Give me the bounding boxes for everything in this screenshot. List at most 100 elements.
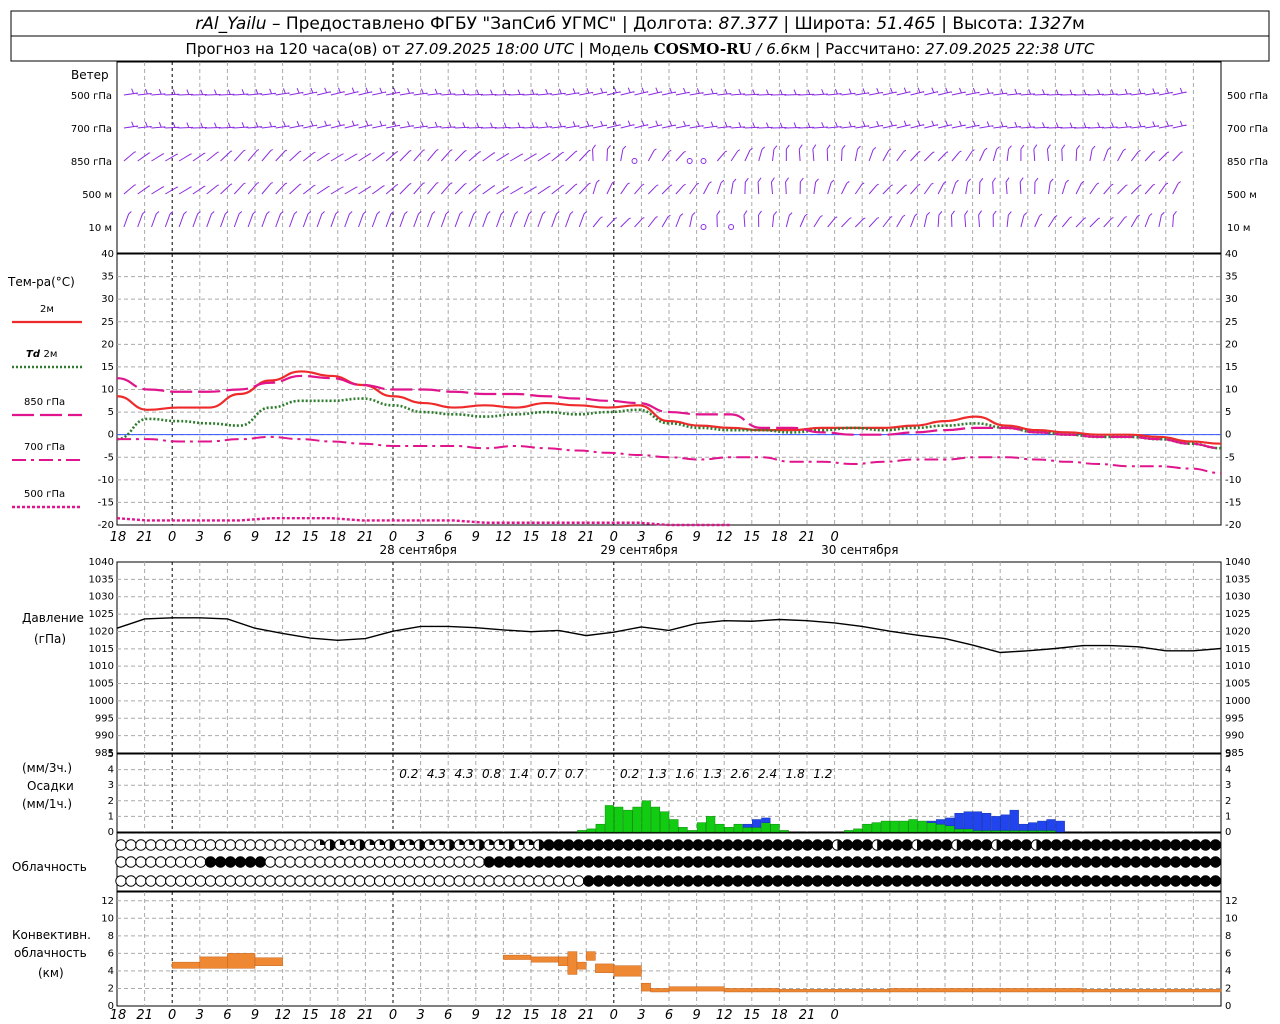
wind-barb-feather	[324, 87, 328, 93]
wind-barb	[537, 152, 550, 162]
wind-barb	[785, 181, 787, 195]
wind-barb-feather	[737, 149, 741, 152]
cloud-cover-symbol	[175, 839, 187, 851]
wind-barb	[220, 126, 235, 129]
wind-barb	[703, 125, 718, 129]
wind-barb	[386, 124, 400, 129]
wind-barb	[275, 183, 286, 195]
wind-barb-feather	[752, 89, 756, 95]
cloud-cover-symbol	[811, 856, 824, 868]
cloud-cover-symbol	[632, 856, 645, 868]
wind-barb	[620, 124, 635, 129]
wind-barb	[468, 151, 480, 162]
hour-label: 9	[692, 1008, 700, 1023]
snow-bar	[963, 811, 973, 830]
hour-label: 0	[168, 530, 176, 545]
wind-barb-feather	[1007, 211, 1012, 216]
wind-level-500hpa-right: 500 гПа	[1227, 91, 1268, 102]
cloud-cover-symbol	[990, 856, 1003, 868]
wind-barb-feather	[365, 120, 369, 126]
wind-barb-feather	[1096, 182, 1100, 185]
hour-label: 0	[168, 1008, 176, 1023]
wind-barb	[800, 126, 815, 129]
wind-barb-feather	[669, 87, 673, 94]
wind-barb-feather	[964, 210, 969, 216]
cloud-cover-symbol	[135, 839, 147, 851]
rain-bar	[623, 809, 633, 833]
convective-title-2: облачность	[14, 946, 87, 960]
cloud-cover-symbol	[473, 875, 485, 887]
wind-barb-feather	[558, 88, 562, 94]
wind-barb	[123, 213, 130, 228]
cloud-cover-symbol	[931, 839, 943, 851]
wind-barb	[537, 126, 552, 129]
wind-barb	[1117, 185, 1127, 195]
wind-barb	[592, 124, 607, 129]
cloud-cover-symbol	[204, 856, 217, 868]
cloud-cover-symbol	[1080, 839, 1092, 851]
wind-barb-feather	[642, 183, 645, 186]
wind-barb	[330, 186, 344, 195]
rain-bar	[954, 828, 964, 833]
wind-barb	[1172, 152, 1182, 162]
wind-barb	[1145, 92, 1159, 96]
wind-barb	[565, 125, 580, 129]
wind-barb	[924, 91, 939, 96]
wind-barb-feather	[917, 87, 921, 93]
wind-barb-feather	[531, 89, 535, 95]
cloud-cover-symbol	[135, 875, 147, 887]
cloud-cover-symbol	[274, 875, 286, 887]
wind-barb	[812, 149, 815, 162]
wind-barb-feather	[771, 177, 775, 183]
wind-barb-feather	[545, 121, 549, 128]
wind-barb-feather	[1014, 88, 1018, 95]
cloud-cover-symbol	[294, 875, 306, 887]
wind-barb-feather	[724, 121, 728, 128]
ytick-left: 1005	[89, 679, 114, 690]
cloud-cover-symbol	[861, 856, 873, 868]
cloud-cover-symbol	[125, 839, 137, 851]
wind-barb-feather	[669, 149, 672, 152]
lat-value: 51.465	[876, 14, 935, 34]
cloud-cover-symbol	[980, 856, 993, 868]
cloud-cover-symbol	[1020, 856, 1033, 868]
wind-barb	[827, 126, 842, 129]
wind-barb-feather	[1042, 89, 1045, 95]
cloud-cover-symbol	[1010, 839, 1023, 851]
hour-label: 21	[578, 530, 595, 545]
header-line1: rAl_Yailu – Предоставлено ФГБУ "ЗапСиб У…	[195, 14, 1085, 34]
wind-barb-feather	[688, 124, 690, 127]
hour-label: 15	[744, 530, 761, 545]
cloud-cover-symbol	[294, 856, 306, 868]
wind-barb-feather	[186, 122, 190, 128]
wind-barb-feather	[1061, 144, 1066, 150]
wind-barb-feather	[1039, 213, 1043, 217]
wind-barb	[565, 213, 571, 228]
cloud-cover-symbol	[632, 839, 645, 851]
wind-barb	[798, 148, 801, 162]
cloud-cover-symbol	[175, 875, 187, 887]
cloud-cover-symbol	[692, 856, 704, 868]
cloud-cover-symbol	[224, 839, 237, 851]
wind-barb-feather	[627, 182, 630, 185]
wind-barb	[330, 153, 344, 162]
cloud-cover-symbol	[1000, 839, 1013, 851]
wind-barb-feather	[758, 210, 762, 216]
cloud-cover-symbol	[1160, 875, 1172, 887]
wind-barb-feather	[881, 91, 884, 94]
wind-barb-feather	[918, 151, 921, 153]
hour-label: 18	[330, 530, 347, 545]
wind-barb	[179, 126, 194, 129]
wind-barb-feather	[1065, 179, 1069, 183]
cloud-cover-symbol	[274, 856, 286, 868]
wind-barb	[192, 185, 205, 195]
convective-bar	[567, 951, 578, 975]
wind-barb-feather	[627, 87, 631, 93]
wind-barb-feather	[862, 88, 866, 94]
cloud-cover-symbol	[1209, 856, 1222, 868]
cloud-cover-symbol	[921, 839, 933, 851]
cloud-cover-symbol	[473, 856, 485, 868]
cloud-cover-symbol	[413, 875, 426, 887]
wind-barb-feather	[683, 87, 686, 94]
calc-value: 27.09.2025 22:38 UTC	[925, 40, 1095, 58]
